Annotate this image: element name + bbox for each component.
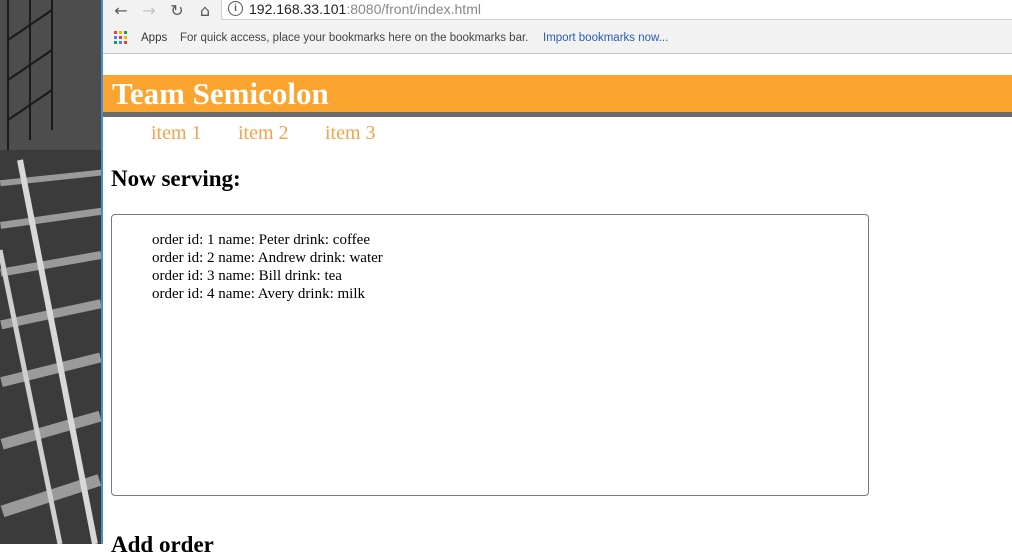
add-order-heading: Add order <box>111 532 214 557</box>
reload-icon[interactable]: ↻ <box>166 0 188 20</box>
order-item: order id: 3 name: Bill drink: tea <box>152 268 342 284</box>
menu-item-1[interactable]: item 1 <box>151 122 202 145</box>
menu-item-2[interactable]: item 2 <box>238 122 289 145</box>
browser-chrome: ← → ↻ ⌂ i 192.168.33.101:8080/front/inde… <box>103 0 1012 54</box>
browser-toolbar: ← → ↻ ⌂ i 192.168.33.101:8080/front/inde… <box>103 0 1012 22</box>
address-bar[interactable]: i 192.168.33.101:8080/front/index.html <box>221 0 1012 20</box>
bookmarks-hint: For quick access, place your bookmarks h… <box>180 32 529 44</box>
site-title: Team Semicolon <box>112 76 329 111</box>
back-arrow-icon[interactable]: ← <box>110 0 132 20</box>
site-banner: Team Semicolon <box>103 75 1012 117</box>
url-path: :8080/front/index.html <box>346 1 481 17</box>
orders-list: order id: 1 name: Peter drink: coffee or… <box>152 231 383 303</box>
bookmarks-bar: Apps For quick access, place your bookma… <box>103 27 1012 51</box>
order-item: order id: 1 name: Peter drink: coffee <box>152 232 370 248</box>
home-icon[interactable]: ⌂ <box>194 0 216 20</box>
web-page: Team Semicolon item 1 item 2 item 3 Now … <box>103 54 1012 557</box>
apps-grid-icon[interactable] <box>114 31 128 45</box>
apps-shortcut[interactable]: Apps <box>141 32 167 44</box>
desktop-wallpaper <box>0 0 102 544</box>
import-bookmarks-link[interactable]: Import bookmarks now... <box>543 32 668 44</box>
order-item: order id: 2 name: Andrew drink: water <box>152 250 383 266</box>
orders-panel: order id: 1 name: Peter drink: coffee or… <box>111 214 869 496</box>
info-icon[interactable]: i <box>228 1 243 16</box>
url-host: 192.168.33.101 <box>249 1 347 17</box>
now-serving-heading: Now serving: <box>111 166 241 191</box>
forward-arrow-icon[interactable]: → <box>138 0 160 20</box>
url-text: 192.168.33.101:8080/front/index.html <box>249 0 481 19</box>
menu-item-3[interactable]: item 3 <box>325 122 376 145</box>
order-item: order id: 4 name: Avery drink: milk <box>152 286 366 302</box>
